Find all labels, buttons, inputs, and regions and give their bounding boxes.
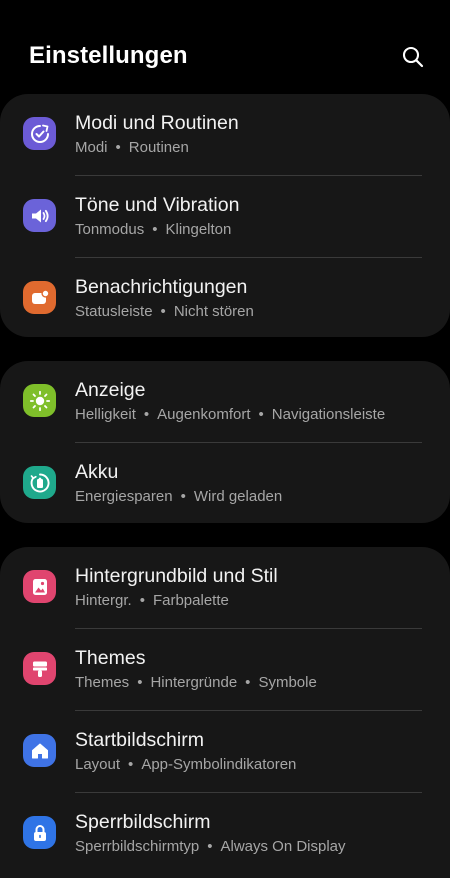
setting-title: Themes: [75, 647, 146, 669]
search-button[interactable]: [396, 40, 430, 74]
separator-dot: •: [207, 838, 213, 855]
themes-icon: [32, 661, 47, 677]
setting-subtitle: Statusleiste • Nicht stören: [75, 303, 254, 320]
setting-battery[interactable]: Akku Energiesparen • Wird geladen: [0, 443, 450, 525]
subtitle-part: Farbpalette: [152, 592, 229, 609]
setting-sounds-and-vibration[interactable]: Töne und Vibration Tonmodus • Klingelton: [0, 176, 450, 258]
separator-dot: •: [128, 756, 134, 773]
routines-icon: [30, 124, 49, 143]
routines-icon-badge: [23, 117, 56, 150]
setting-title: Hintergrundbild und Stil: [75, 565, 278, 587]
setting-title: Akku: [75, 461, 119, 483]
notifications-icon-badge: [23, 281, 56, 314]
lock-icon-badge: [23, 816, 56, 849]
page-title: Einstellungen: [29, 42, 188, 69]
setting-modes-and-routines[interactable]: Modi und Routinen Modi • Routinen: [0, 94, 450, 176]
subtitle-part: Hintergr.: [75, 592, 132, 609]
setting-themes[interactable]: Themes Themes • Hintergründe • Symbole: [0, 629, 450, 711]
subtitle-part: Helligkeit: [75, 406, 136, 423]
subtitle-part: Modi: [75, 139, 108, 156]
setting-subtitle: Hintergr. • Farbpalette: [75, 592, 229, 609]
setting-subtitle: Tonmodus • Klingelton: [75, 221, 231, 238]
setting-subtitle: Sperrbildschirmtyp • Always On Display: [75, 838, 346, 855]
setting-subtitle: Layout • App-Symbolindikatoren: [75, 756, 296, 773]
setting-title: Benachrichtigungen: [75, 276, 248, 298]
header: Einstellungen: [0, 0, 450, 94]
separator-dot: •: [115, 139, 121, 156]
separator-dot: •: [160, 303, 166, 320]
subtitle-part: Always On Display: [220, 838, 346, 855]
subtitle-part: Nicht stören: [173, 303, 254, 320]
separator-dot: •: [245, 674, 251, 691]
setting-title: Anzeige: [75, 379, 146, 401]
separator-dot: •: [180, 488, 186, 505]
separator-dot: •: [258, 406, 264, 423]
setting-display[interactable]: Anzeige Helligkeit • Augenkomfort • Navigati…: [0, 361, 450, 443]
wallpaper-icon: [32, 578, 47, 595]
home-icon: [31, 743, 48, 758]
setting-subtitle: Themes • Hintergründe • Symbole: [75, 674, 317, 691]
setting-subtitle: Helligkeit • Augenkomfort • Navigationsleist…: [75, 406, 385, 423]
subtitle-part: Augenkomfort: [157, 406, 251, 423]
separator-dot: •: [137, 674, 143, 691]
setting-title: Sperrbildschirm: [75, 811, 211, 833]
settings-group-2: Anzeige Helligkeit • Augenkomfort • Navigati…: [0, 361, 450, 523]
subtitle-part: Themes: [75, 674, 130, 691]
battery-icon-badge: [23, 466, 56, 499]
settings-screen: Einstellungen Modi und Routinen Modi • Rou…: [0, 0, 450, 878]
setting-wallpaper-and-style[interactable]: Hintergrundbild und Stil Hintergr. • Farbp…: [0, 547, 450, 629]
search-icon: [402, 46, 424, 68]
settings-group-3: Hintergrundbild und Stil Hintergr. • Farbp…: [0, 547, 450, 878]
setting-subtitle: Energiesparen • Wird geladen: [75, 488, 282, 505]
themes-icon-badge: [23, 652, 56, 685]
setting-title: Töne und Vibration: [75, 194, 240, 216]
subtitle-part: Tonmodus: [75, 221, 145, 238]
separator-dot: •: [152, 221, 158, 238]
subtitle-part: Energiesparen: [75, 488, 173, 505]
battery-icon: [30, 473, 49, 492]
separator-dot: •: [143, 406, 150, 423]
subtitle-part: Layout: [75, 756, 121, 773]
wallpaper-icon-badge: [23, 570, 56, 603]
setting-home-screen[interactable]: Startbildschirm Layout • App-Symbolindikat…: [0, 711, 450, 793]
display-icon-badge: [23, 384, 56, 417]
subtitle-part: Symbole: [258, 674, 317, 691]
subtitle-part: Navigationsleiste: [271, 406, 386, 423]
setting-title: Startbildschirm: [75, 729, 204, 751]
sound-icon: [31, 209, 49, 222]
subtitle-part: Routinen: [128, 139, 189, 156]
subtitle-part: Hintergründe: [150, 674, 238, 691]
sound-icon-badge: [23, 199, 56, 232]
separator-dot: •: [139, 592, 145, 609]
setting-title: Modi und Routinen: [75, 112, 239, 134]
setting-lock-screen[interactable]: Sperrbildschirm Sperrbildschirmtyp • Alway…: [0, 793, 450, 875]
subtitle-part: Statusleiste: [75, 303, 153, 320]
subtitle-part: Sperrbildschirmtyp: [75, 838, 200, 855]
setting-notifications[interactable]: Benachrichtigungen Statusleiste • Nicht st…: [0, 258, 450, 340]
lock-icon: [33, 824, 46, 841]
subtitle-part: Klingelton: [165, 221, 232, 238]
setting-subtitle: Modi • Routinen: [75, 139, 189, 156]
settings-group-1: Modi und Routinen Modi • Routinen Töne und…: [0, 94, 450, 337]
display-icon: [29, 390, 50, 411]
subtitle-part: App-Symbolindikatoren: [141, 756, 297, 773]
notifications-icon: [31, 288, 50, 304]
subtitle-part: Wird geladen: [193, 488, 283, 505]
home-icon-badge: [23, 734, 56, 767]
